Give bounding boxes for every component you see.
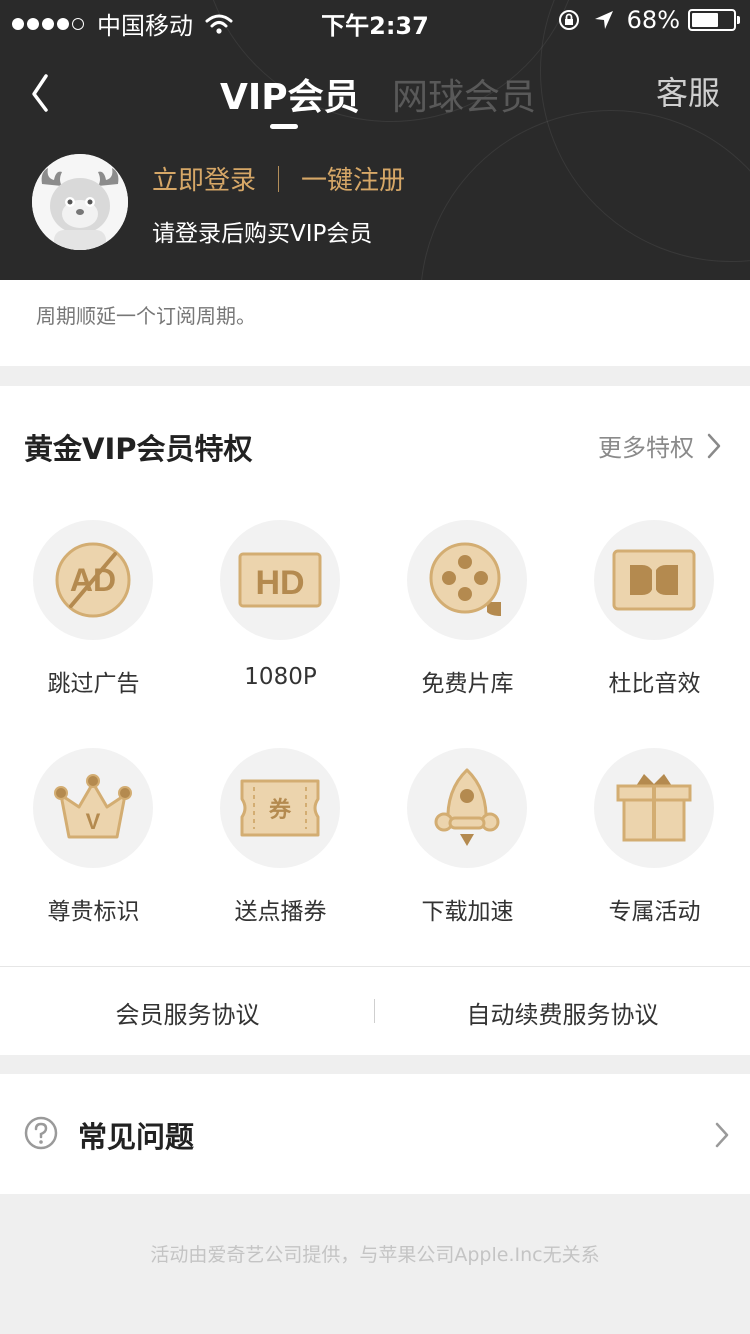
privilege-icon-bg [594,520,714,640]
privilege-label: 尊贵标识 [47,899,140,925]
privilege-label: 下载加速 [421,899,514,925]
chevron-right-icon [715,1122,729,1148]
active-tab-indicator [270,124,298,129]
faq-row[interactable]: 常见问题 [0,1074,750,1194]
location-icon [594,11,613,29]
privileges-section: 黄金VIP会员特权 更多特权 AD 跳过广告 HD [0,386,750,966]
privilege-label: 免费片库 [421,671,514,697]
privilege-label: 送点播券 [234,899,327,925]
auto-renew-agreement-link[interactable]: 自动续费服务协议 [375,995,750,1030]
footer-disclaimer: 活动由爱奇艺公司提供，与苹果公司Apple.Inc无关系 [150,1244,600,1266]
register-link[interactable]: 一键注册 [301,160,405,197]
battery-icon [688,9,740,31]
battery-percent: 68% [626,6,680,34]
profile-section: 立即登录 一键注册 请登录后购买VIP会员 [32,154,732,254]
tab-tennis-member[interactable]: 网球会员 [392,68,536,120]
privileges-title: 黄金VIP会员特权 [24,432,253,466]
privilege-label: 1080P [244,664,317,690]
privilege-icon-bg [407,748,527,868]
privilege-icon-bg: AD [33,520,153,640]
svg-text:V: V [86,809,101,834]
customer-service-button[interactable]: 客服 [656,68,720,114]
gift-icon [616,774,692,842]
status-right: 68% [557,6,740,34]
back-button[interactable] [20,70,64,114]
privilege-icon-bg: HD [220,520,340,640]
privilege-dolby[interactable]: 杜比音效 [561,520,748,720]
member-agreement-link[interactable]: 会员服务协议 [0,995,375,1030]
privilege-label: 杜比音效 [608,671,701,697]
mascot-avatar-icon [32,154,128,250]
question-circle-icon [24,1116,58,1150]
privilege-badge[interactable]: V 尊贵标识 [0,748,187,948]
top-nav: VIP会员 网球会员 客服 [0,60,750,130]
privilege-icon-bg [407,520,527,640]
privilege-vod-ticket[interactable]: 券 送点播券 [187,748,374,948]
crown-icon: V [54,774,132,839]
more-privileges-label: 更多特权 [598,434,694,462]
privilege-icon-bg [594,748,714,868]
hd-icon: HD [238,552,322,608]
chevron-left-icon [32,74,48,112]
faq-title: 常见问题 [78,1120,195,1154]
ticket-icon: 券 [240,779,320,837]
rocket-icon [434,768,500,846]
subscription-notice: 周期顺延一个订阅周期。 [0,280,750,366]
privilege-skip-ads[interactable]: AD 跳过广告 [0,520,187,720]
privilege-label: 专属活动 [608,899,701,925]
privilege-exclusive-events[interactable]: 专属活动 [561,748,748,948]
privilege-free-library[interactable]: 免费片库 [374,520,561,720]
login-row: 立即登录 一键注册 [152,160,405,197]
privilege-download-boost[interactable]: 下载加速 [374,748,561,948]
privilege-1080p[interactable]: HD 1080P [187,520,374,720]
rotation-lock-icon [558,10,579,30]
privilege-label: 跳过广告 [47,671,140,697]
more-privileges-link[interactable]: 更多特权 [598,428,722,463]
privilege-icon-bg: V [33,748,153,868]
login-link[interactable]: 立即登录 [152,160,256,197]
header: 中国移动 下午2:37 68% VIP会员 网球会员 客服 立即登录 一键注册 … [0,0,750,280]
chevron-right-icon [707,433,721,458]
svg-text:HD: HD [255,564,304,602]
agreements-bar: 会员服务协议 自动续费服务协议 [0,966,750,1055]
divider [278,165,280,192]
dolby-icon [612,549,696,611]
status-bar: 中国移动 下午2:37 68% [0,0,750,40]
ad-skip-icon: AD [55,542,131,618]
privilege-icon-bg: 券 [220,748,340,868]
login-hint: 请登录后购买VIP会员 [152,221,373,247]
film-reel-icon [429,542,501,616]
tab-vip-member[interactable]: VIP会员 [220,68,360,120]
notice-text: 周期顺延一个订阅周期。 [36,304,256,328]
avatar[interactable] [32,154,128,250]
svg-text:券: 券 [268,797,292,823]
